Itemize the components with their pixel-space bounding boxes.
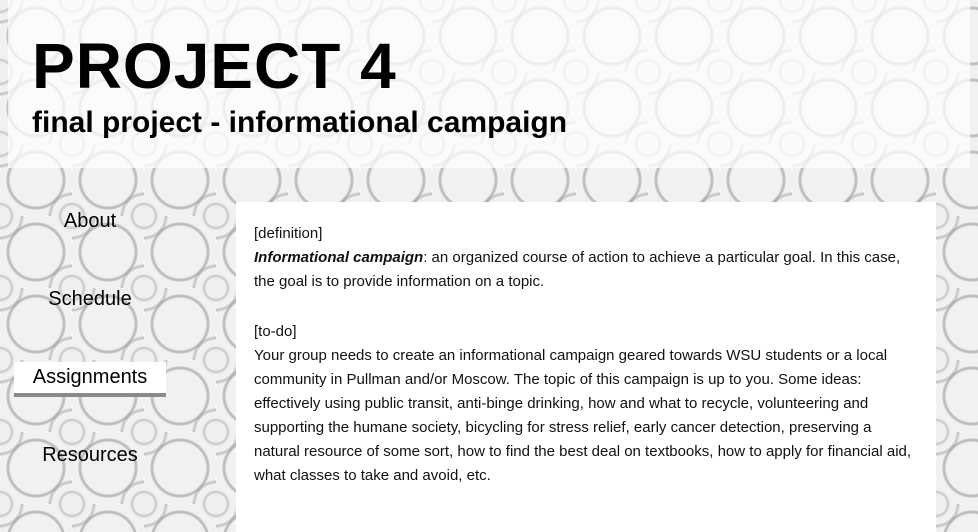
nav-item-schedule[interactable]: Schedule <box>12 276 168 354</box>
todo-section: [to-do] Your group needs to create an in… <box>254 320 914 488</box>
nav-item-assignments[interactable]: Assignments <box>12 354 168 432</box>
sidebar-nav: About Schedule Assignments Resources <box>12 198 168 510</box>
definition-section: [definition] Informational campaign: an … <box>254 222 914 294</box>
definition-body: Informational campaign: an organized cou… <box>254 246 914 294</box>
nav-item-label: Assignments <box>14 362 166 397</box>
todo-text: Your group needs to create an informatio… <box>254 347 912 484</box>
nav-item-label: Schedule <box>48 288 132 310</box>
header-panel: PROJECT 4 final project - informational … <box>8 0 970 168</box>
nav-item-resources[interactable]: Resources <box>12 432 168 510</box>
definition-tag: [definition] <box>254 225 323 242</box>
content-panel: [definition] Informational campaign: an … <box>236 202 936 532</box>
page-subtitle: final project - informational campaign <box>32 106 568 139</box>
nav-item-about[interactable]: About <box>12 198 168 276</box>
todo-tag: [to-do] <box>254 323 297 340</box>
page-title: PROJECT 4 <box>32 30 397 102</box>
nav-item-label: About <box>63 210 117 232</box>
definition-term: Informational campaign <box>254 249 424 266</box>
nav-item-label: Resources <box>42 444 138 466</box>
